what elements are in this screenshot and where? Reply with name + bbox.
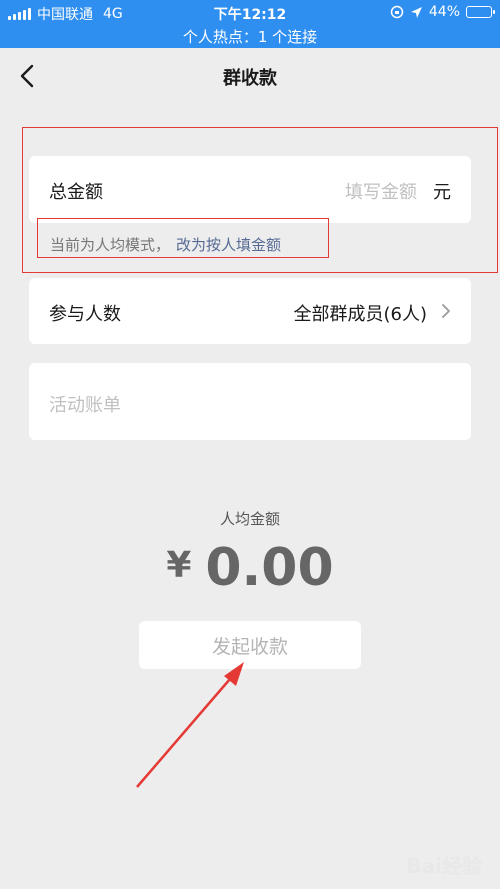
location-icon [410, 6, 422, 18]
activity-bill-field[interactable]: 活动账单 [29, 363, 471, 440]
chevron-right-icon [442, 304, 450, 318]
start-collection-button[interactable]: 发起收款 [139, 621, 361, 669]
activity-bill-input[interactable]: 活动账单 [49, 391, 121, 417]
average-amount-value: 0.00 [205, 538, 334, 598]
status-bar: 中国联通 4G 下午12:12 44% 个人热点：1 个连接 [0, 0, 500, 48]
participants-row[interactable]: 参与人数 全部群成员(6人) [29, 278, 471, 344]
status-right: 44% [390, 4, 495, 20]
average-amount-label: 人均金额 [219, 510, 280, 528]
participants-value: 全部群成员(6人) [293, 304, 428, 325]
participants-label: 参与人数 [49, 304, 121, 325]
hotspot-banner[interactable]: 个人热点：1 个连接 [0, 26, 500, 47]
rotation-lock-icon [390, 5, 404, 19]
battery-icon [466, 6, 495, 18]
annotation-box-inner [37, 218, 329, 258]
average-amount: ¥0.00 [0, 538, 500, 598]
battery-percent: 44% [428, 4, 460, 20]
page-title: 群收款 [223, 68, 277, 89]
currency-symbol: ¥ [166, 545, 192, 586]
watermark-logo: Bai经验 [406, 854, 482, 878]
nav-bar: 群收款 [0, 48, 500, 104]
